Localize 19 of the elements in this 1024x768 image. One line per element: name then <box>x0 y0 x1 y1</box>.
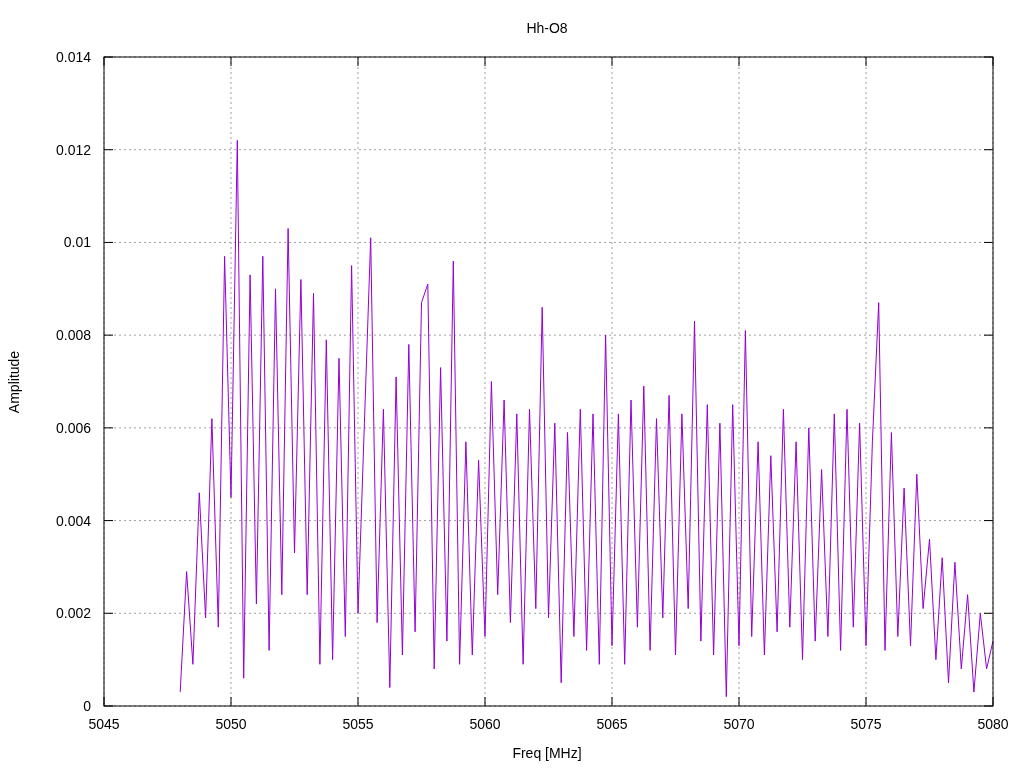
tick-label: 0.002 <box>55 605 91 622</box>
tick-label: 0.008 <box>55 327 91 344</box>
y-axis-label: Amplitude <box>6 350 22 414</box>
tick-label: 5045 <box>88 716 120 732</box>
tick-label: 0 <box>83 698 91 714</box>
tick-label: 5070 <box>723 716 755 732</box>
tick-label: 5065 <box>596 716 628 732</box>
tick-label: 5075 <box>850 716 882 732</box>
tick-label: 0.014 <box>55 49 91 65</box>
tick-label: 5060 <box>469 716 501 732</box>
chart-title: Hh-O8 <box>526 20 568 36</box>
tick-label: 5050 <box>215 716 247 732</box>
x-axis-label: Freq [MHz] <box>512 745 582 761</box>
tick-label: 0.004 <box>55 512 91 529</box>
tick-label: 0.01 <box>63 234 91 251</box>
tick-label: 0.012 <box>55 141 91 158</box>
tick-label: 5055 <box>342 716 374 732</box>
tick-label: 5080 <box>977 716 1009 732</box>
tick-label: 0.006 <box>55 419 91 436</box>
